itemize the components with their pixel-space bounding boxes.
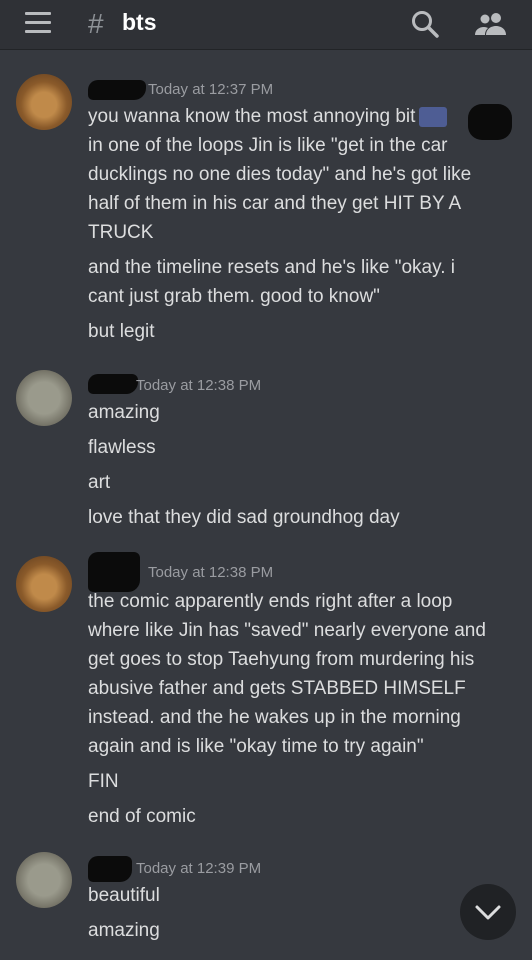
message-line: amazing (88, 402, 160, 423)
message-line: you wanna know the most annoying bit (88, 102, 528, 131)
message-timestamp: Today at 12:37 PM (148, 81, 274, 98)
message-line: get goes to stop Taehyung from murdering… (88, 649, 475, 670)
message-line: but legit (88, 321, 155, 342)
message-line: half of them in his car and they get HIT… (88, 193, 462, 214)
members-icon[interactable] (474, 9, 508, 39)
redacted-username[interactable] (88, 374, 138, 394)
hamburger-icon[interactable] (25, 12, 51, 34)
channel-name: bts (122, 9, 157, 35)
message-line: the comic apparently ends right after a … (88, 591, 453, 612)
message-line: flawless (88, 437, 156, 458)
message-line: art (88, 472, 111, 493)
message-timestamp: Today at 12:39 PM (136, 860, 262, 877)
message-line: FIN (88, 771, 119, 792)
channel-header: # bts (0, 0, 532, 50)
redacted-mention (468, 104, 512, 140)
message-line: where like Jin has "saved" nearly everyo… (88, 620, 486, 641)
redacted-username[interactable] (88, 552, 140, 592)
channel-hash: # (88, 8, 104, 39)
message-line: ducklings no one dies today" and he's go… (88, 164, 472, 185)
redacted-username[interactable] (88, 80, 146, 100)
mention-pill[interactable] (419, 106, 448, 127)
message-line: cant just grab them. good to know" (88, 286, 380, 307)
message-line: TRUCK (88, 222, 154, 243)
message-line: again and is like "okay time to try agai… (88, 736, 424, 757)
message-line: end of comic (88, 806, 196, 827)
search-icon[interactable] (410, 9, 440, 39)
cat-avatar[interactable] (16, 556, 72, 612)
redacted-username[interactable] (88, 856, 132, 882)
scroll-to-bottom-button[interactable] (460, 884, 516, 940)
message-line: instead. and the he wakes up in the morn… (88, 707, 461, 728)
message-line: and the timeline resets and he's like "o… (88, 257, 455, 278)
message-line: in one of the loops Jin is like "get in … (88, 135, 448, 156)
message-line: love that they did sad groundhog day (88, 507, 400, 528)
bird-avatar[interactable] (16, 370, 72, 426)
message-timestamp: Today at 12:38 PM (148, 564, 274, 581)
message-line: abusive father and gets STABBED HIMSELF (88, 678, 466, 699)
cat-avatar[interactable] (16, 74, 72, 130)
chevron-down-icon (475, 905, 501, 920)
bird-avatar[interactable] (16, 852, 72, 908)
message-timestamp: Today at 12:38 PM (136, 377, 262, 394)
